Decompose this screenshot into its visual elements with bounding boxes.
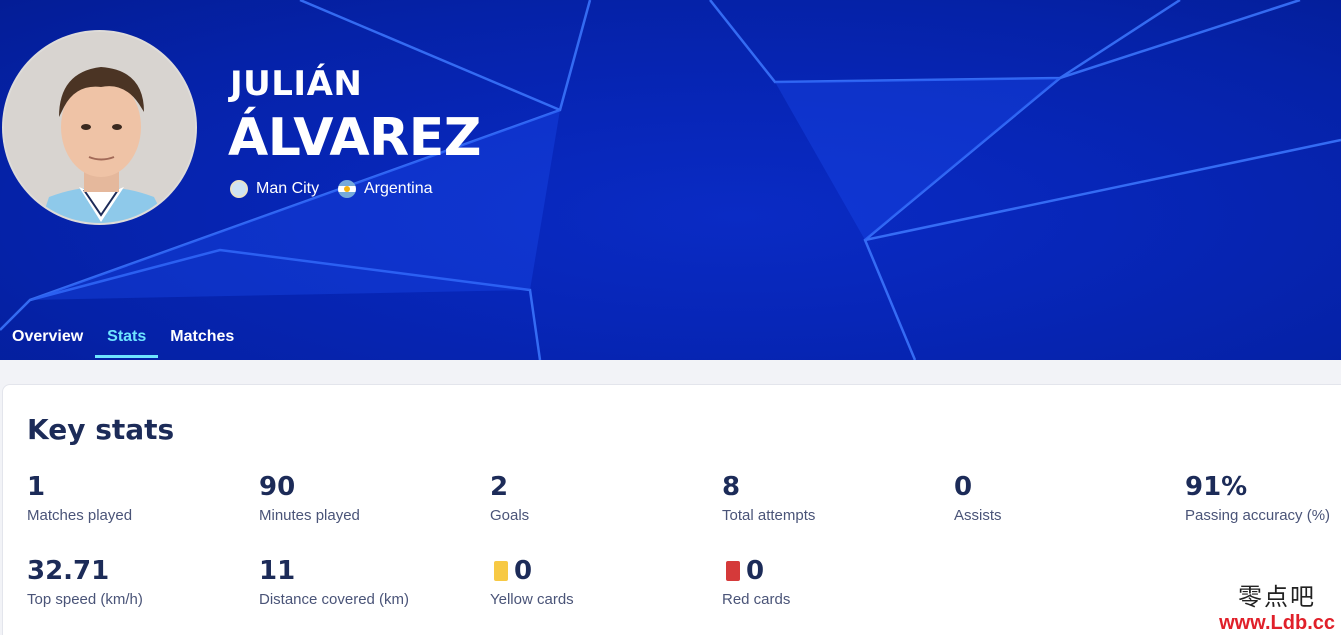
stat-label: Distance covered (km) [259,591,410,608]
stat-label: Top speed (km/h) [27,591,143,608]
stat-matches-played: 1 Matches played [27,471,247,524]
club-name: Man City [256,180,320,197]
stat-value: 8 [722,472,741,502]
stat-value: 1 [27,472,46,502]
stat-yellow-cards: 0 Yellow cards [490,555,714,608]
stat-label: Passing accuracy (%) [1185,507,1331,524]
stat-label: Minutes played [259,507,360,524]
player-last-name: ÁLVAREZ [228,108,481,168]
key-stats-title: Key stats [27,413,175,446]
key-stats-card: Key stats 1 Matches played 90 Minutes pl… [2,384,1341,635]
player-tabs: Overview Stats Matches [0,320,246,358]
stat-value: 32.71 [27,556,110,586]
starball-background [0,0,1341,360]
player-first-name: JULIÁN [230,64,363,104]
tab-overview[interactable]: Overview [0,320,95,357]
stat-assists: 0 Assists [954,471,1174,524]
country-name: Argentina [364,180,433,197]
site-watermark: 零点吧 www.Ldb.cc [1219,577,1335,635]
tab-stats[interactable]: Stats [95,320,159,358]
stat-label: Total attempts [722,507,816,524]
tab-matches[interactable]: Matches [158,320,246,357]
stat-label: Goals [490,507,530,524]
player-avatar [2,30,197,225]
yellow-card-icon [494,561,508,581]
stat-top-speed: 32.71 Top speed (km/h) [27,555,247,608]
stat-value: 11 [259,556,296,586]
stat-label: Assists [954,507,1002,524]
club-crest-icon [230,180,248,198]
stat-goals: 2 Goals [490,471,710,524]
stat-value: 90 [259,472,296,502]
watermark-url: www.Ldb.cc [1219,612,1335,634]
stat-value: 0 [514,556,533,586]
stat-value: 0 [746,556,765,586]
stat-red-cards: 0 Red cards [722,555,946,608]
stat-label: Yellow cards [490,591,574,608]
stat-value: 2 [490,472,509,502]
stat-passing-accuracy: 91% Passing accuracy (%) [1185,471,1341,524]
player-hero: JULIÁN ÁLVAREZ Man City Argentina Overvi… [0,0,1341,360]
red-card-icon [726,561,740,581]
stat-label: Matches played [27,507,133,524]
stat-minutes-played: 90 Minutes played [259,471,479,524]
stat-value: 91% [1185,472,1248,502]
stat-distance-covered: 11 Distance covered (km) [259,555,479,608]
watermark-cn: 零点吧 [1238,583,1317,611]
club-link[interactable]: Man City [230,180,319,198]
country-link[interactable]: Argentina [338,180,433,198]
stat-label: Red cards [722,591,791,608]
argentina-flag-icon [338,180,356,198]
stat-value: 0 [954,472,973,502]
stat-total-attempts: 8 Total attempts [722,471,942,524]
